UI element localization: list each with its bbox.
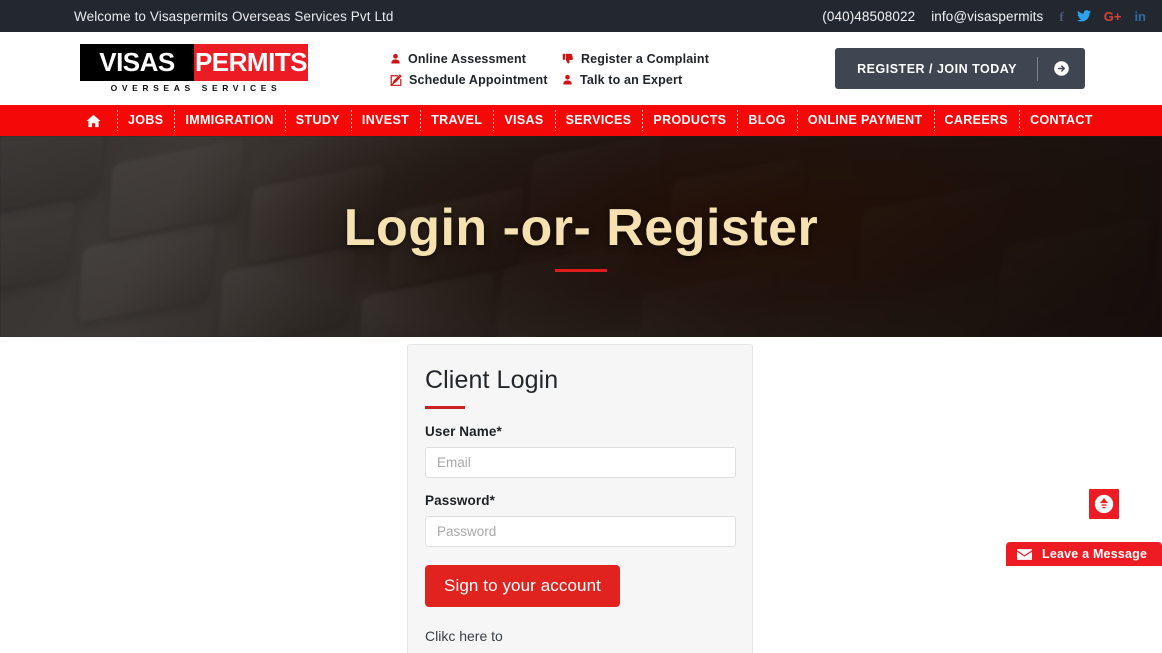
edit-pencil-icon [390, 74, 402, 86]
page-banner: Login -or- Register [0, 136, 1162, 337]
envelope-icon [1017, 548, 1032, 560]
nav-item-careers[interactable]: CAREERS [933, 105, 1020, 136]
twitter-icon[interactable] [1076, 10, 1091, 22]
page-title: Login -or- Register [343, 198, 819, 257]
nav-item-blog[interactable]: BLOG [737, 105, 797, 136]
main-navigation: JOBS IMMIGRATION STUDY INVEST TRAVEL VIS… [0, 105, 1162, 136]
header-quick-links: Online Assessment Register a Complaint S… [390, 50, 709, 87]
password-input[interactable] [425, 515, 736, 547]
email-address[interactable]: info@visaspermits [931, 9, 1043, 24]
logo-word-permits: PERMITS [194, 47, 308, 77]
top-utility-bar: Welcome to Visaspermits Overseas Service… [0, 0, 1162, 32]
nav-item-contact[interactable]: CONTACT [1019, 105, 1104, 136]
quicklink-talk-to-expert[interactable]: Talk to an Expert [562, 73, 709, 87]
social-links: f G+ in [1059, 10, 1146, 23]
username-label: User Name* [425, 423, 502, 439]
facebook-icon[interactable]: f [1059, 10, 1063, 23]
nav-item-travel[interactable]: TRAVEL [420, 105, 493, 136]
main-content: Client Login User Name* Password* Sign t… [0, 337, 1162, 653]
linkedin-icon[interactable]: in [1134, 10, 1146, 23]
home-icon [86, 114, 101, 128]
quicklink-schedule-appointment[interactable]: Schedule Appointment [390, 73, 562, 87]
card-title-underline [425, 405, 465, 409]
nav-item-immigration[interactable]: IMMIGRATION [174, 105, 284, 136]
phone-number[interactable]: (040)48508022 [822, 9, 915, 24]
welcome-text: Welcome to Visaspermits Overseas Service… [74, 8, 394, 24]
quicklink-label: Online Assessment [408, 52, 527, 66]
sign-in-button[interactable]: Sign to your account [425, 564, 620, 607]
quicklink-online-assessment[interactable]: Online Assessment [390, 52, 562, 66]
nav-item-visas[interactable]: VISAS [493, 105, 554, 136]
logo-word-visas: VISAS [99, 47, 175, 77]
logo-right-block: PERMITS [194, 44, 308, 81]
logo-wordmark: VISAS PERMITS [80, 44, 308, 81]
banner-title-group: Login -or- Register [0, 136, 1162, 337]
topbar-contact-group: (040)48508022 info@visaspermits f G+ in [822, 9, 1146, 24]
arrow-up-circle-icon [1093, 493, 1115, 515]
thumbs-down-icon [562, 53, 574, 65]
google-plus-icon[interactable]: G+ [1104, 10, 1122, 23]
nav-item-online-payment[interactable]: ONLINE PAYMENT [796, 105, 934, 136]
nav-item-services[interactable]: SERVICES [554, 105, 643, 136]
quicklink-label: Talk to an Expert [580, 73, 683, 87]
logo-tagline: OVERSEAS SERVICES [110, 83, 282, 93]
leave-message-label: Leave a Message [1042, 547, 1148, 561]
nav-item-products[interactable]: PRODUCTS [642, 105, 737, 136]
arrow-right-circle-icon [1038, 60, 1085, 77]
user-icon [562, 74, 573, 86]
site-logo[interactable]: VISAS PERMITS OVERSEAS SERVICES [80, 44, 308, 93]
nav-item-invest[interactable]: INVEST [350, 105, 420, 136]
logo-left-block: VISAS [80, 44, 194, 81]
username-input[interactable] [425, 446, 736, 478]
scroll-to-top-button[interactable] [1089, 489, 1119, 519]
title-underline [555, 268, 607, 272]
client-login-card: Client Login User Name* Password* Sign t… [407, 344, 753, 653]
nav-item-study[interactable]: STUDY [284, 105, 351, 136]
card-title: Client Login [425, 366, 559, 394]
nav-item-home[interactable] [78, 114, 117, 128]
card-footer-text: Clikc here to [425, 627, 503, 644]
nav-item-jobs[interactable]: JOBS [117, 105, 174, 136]
quicklink-label: Register a Complaint [581, 52, 710, 66]
leave-a-message-button[interactable]: Leave a Message [1006, 542, 1162, 566]
quicklink-register-complaint[interactable]: Register a Complaint [562, 52, 709, 66]
user-icon [390, 53, 401, 65]
site-header: VISAS PERMITS OVERSEAS SERVICES Online A… [0, 32, 1162, 105]
register-join-today-button[interactable]: REGISTER / JOIN TODAY [835, 48, 1085, 89]
password-label: Password* [425, 492, 495, 508]
quicklink-label: Schedule Appointment [409, 73, 548, 87]
register-button-label: REGISTER / JOIN TODAY [857, 61, 1017, 76]
